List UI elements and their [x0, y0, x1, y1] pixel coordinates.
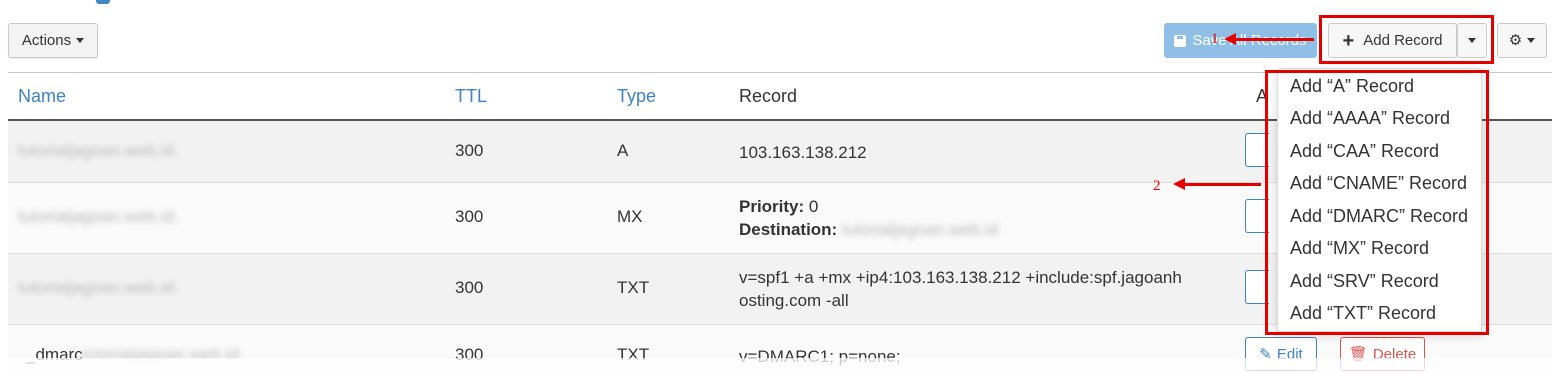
destination-label: Destination:	[739, 220, 838, 239]
record-ttl: 300	[455, 278, 484, 297]
record-ttl: 300	[455, 207, 484, 226]
record-value-line: v=spf1 +a +mx +ip4:103.163.138.212 +incl…	[739, 268, 1182, 287]
column-header-name[interactable]: Name	[18, 86, 66, 107]
caret-down-icon	[1527, 38, 1536, 43]
active-tab-indicator	[96, 0, 110, 4]
record-value-line: osting.com -all	[739, 291, 849, 310]
actions-label: Actions	[21, 32, 72, 49]
record-name: tutorialjagoan.web.id.	[18, 141, 179, 160]
column-header-record: Record	[739, 86, 798, 106]
column-header-type[interactable]: Type	[617, 86, 656, 107]
destination-value: tutorialjagoan.web.id	[841, 220, 998, 239]
record-name: tutorialjagoan.web.id.	[18, 207, 179, 226]
annotation-arrow	[1224, 33, 1314, 45]
record-value: 103.163.138.212	[739, 143, 867, 162]
bottom-fade	[0, 358, 1552, 373]
record-type: TXT	[617, 278, 650, 297]
annotation-step-1: 1	[1211, 31, 1219, 47]
record-type: MX	[617, 207, 643, 226]
settings-button[interactable]: ⚙	[1497, 23, 1547, 58]
caret-down-icon	[76, 38, 85, 43]
actions-button[interactable]: Actions	[8, 23, 98, 58]
annotation-arrow	[1173, 178, 1261, 190]
column-header-ttl[interactable]: TTL	[455, 86, 487, 107]
record-ttl: 300	[455, 141, 484, 160]
highlight-box-menu	[1265, 70, 1489, 335]
annotation-step-2: 2	[1153, 178, 1161, 194]
highlight-box-add-record	[1319, 15, 1494, 64]
record-name: tutorialjagoan.web.id.	[18, 278, 179, 297]
gear-icon: ⚙	[1508, 32, 1523, 49]
record-type: A	[617, 141, 629, 160]
floppy-disk-icon	[1174, 34, 1187, 47]
priority-value: 0	[808, 197, 819, 216]
priority-label: Priority:	[739, 197, 805, 216]
record-value: v=spf1 +a +mx +ip4:103.163.138.212 +incl…	[739, 266, 1219, 312]
top-strip	[0, 0, 1552, 6]
record-value: Priority: 0 Destination: tutorialjagoan.…	[739, 195, 1219, 241]
